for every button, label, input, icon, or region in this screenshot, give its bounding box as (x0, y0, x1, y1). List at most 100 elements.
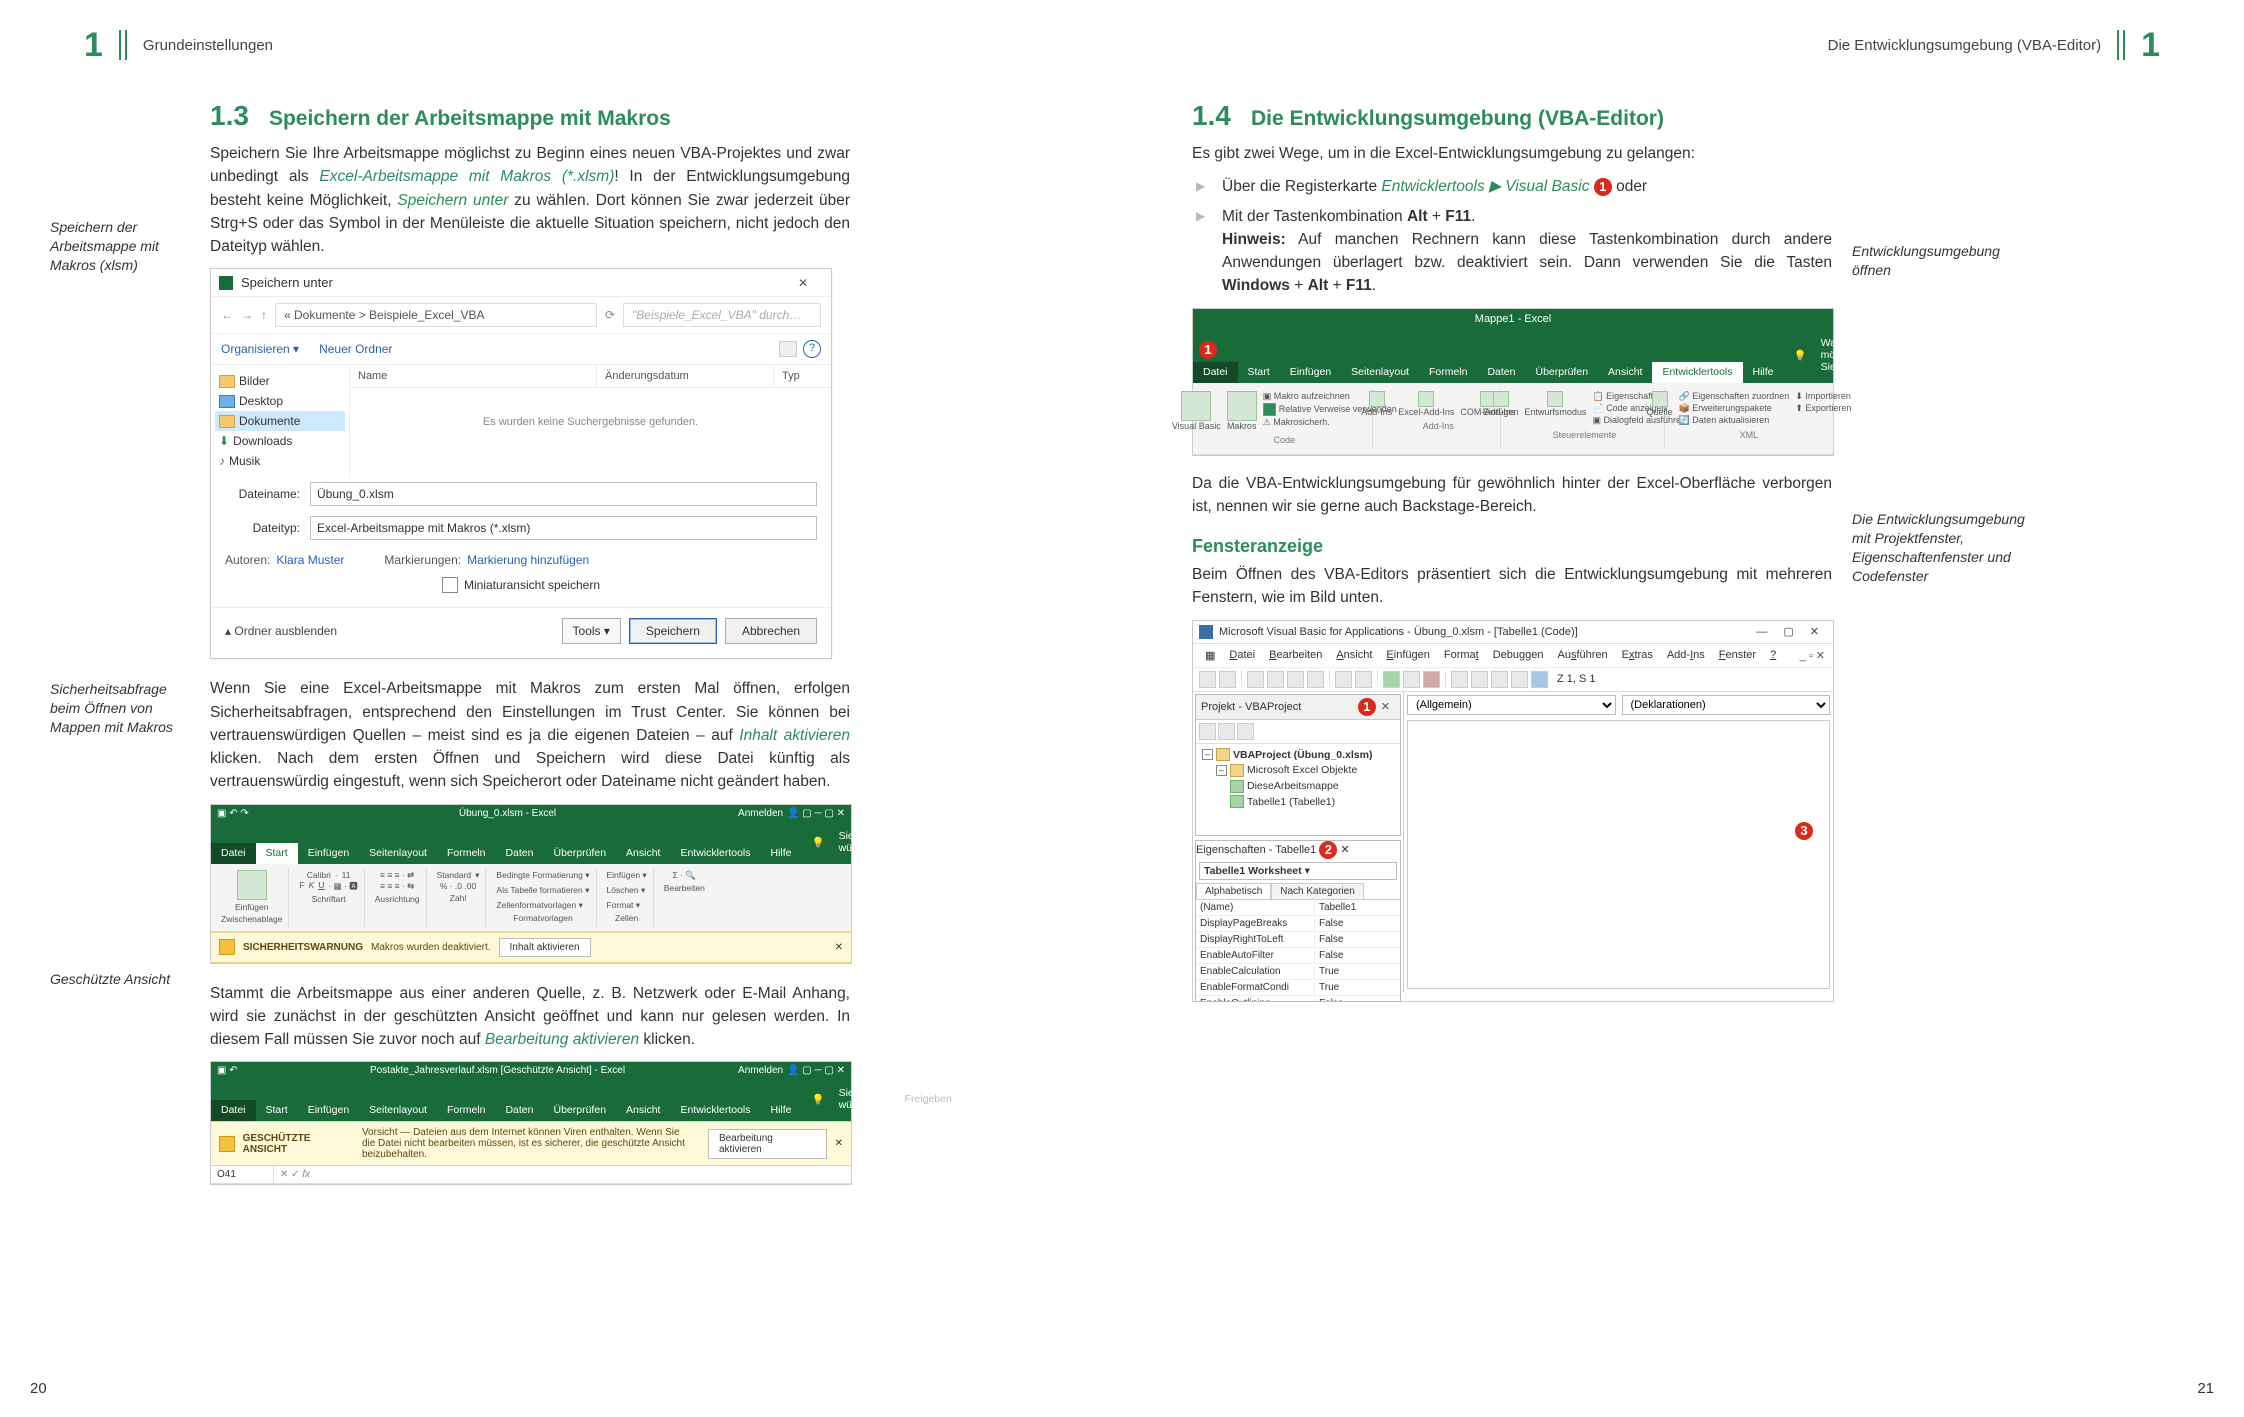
close-icon[interactable]: ✕ (783, 276, 823, 290)
nav-fwd-icon[interactable]: → (241, 308, 253, 322)
break-icon (1403, 671, 1420, 688)
dialog-title: Speichern unter (241, 275, 783, 290)
callout-3: 3 (1795, 822, 1813, 840)
enable-content-button[interactable]: Inhalt aktivieren (499, 938, 591, 957)
running-head-right: Die Entwicklungsumgebung (VBA-Editor) 1 (1192, 30, 2174, 60)
callout-2: 2 (1319, 841, 1337, 859)
object-selector[interactable]: Tabelle1 Worksheet ▾ (1199, 862, 1397, 880)
filename-input[interactable]: Übung_0.xlsm (310, 482, 817, 506)
author-link[interactable]: Klara Muster (276, 553, 344, 567)
view-icon (1199, 671, 1216, 688)
section-heading: 1.3 Speichern der Arbeitsmappe mit Makro… (210, 100, 850, 132)
filetype-select[interactable]: Excel-Arbeitsmappe mit Makros (*.xlsm) (310, 516, 817, 540)
shield-icon (219, 1136, 235, 1152)
tags-link[interactable]: Markierung hinzufügen (467, 553, 589, 567)
project-pane-title: Projekt - VBAProject (1201, 701, 1301, 713)
paragraph: Es gibt zwei Wege, um in die Excel-Entwi… (1192, 142, 1832, 165)
search-input[interactable]: "Beispiele_Excel_VBA" durch… (623, 303, 821, 327)
margin-note: Entwicklungsumgebung öffnen (1852, 242, 2042, 280)
thumbnail-checkbox[interactable] (442, 577, 458, 593)
security-warning-bar: SICHERHEITSWARNUNG Makros wurden deaktiv… (211, 932, 851, 963)
object-combo[interactable]: (Allgemein) (1407, 695, 1616, 715)
running-head-left: 1 Grundeinstellungen (70, 30, 1052, 60)
protected-view-bar: GESCHÜTZTE ANSICHT Vorsicht — Dateien au… (211, 1121, 851, 1166)
procedure-combo[interactable]: (Deklarationen) (1622, 695, 1831, 715)
chapter-number: 1 (2127, 26, 2174, 65)
column-header[interactable]: Typ (774, 365, 831, 387)
name-box[interactable]: O41 (211, 1166, 274, 1183)
running-head-text: Grundeinstellungen (129, 37, 287, 54)
cancel-button[interactable]: Abbrechen (725, 618, 817, 644)
nav-back-icon[interactable]: ← (221, 308, 233, 322)
paragraph: Beim Öffnen des VBA-Editors präsentiert … (1192, 563, 1832, 610)
vba-title: Microsoft Visual Basic for Applications … (1219, 626, 1748, 638)
quick-access[interactable]: ▣ ↶ ↷ (217, 808, 277, 819)
find-icon (1307, 671, 1324, 688)
subheading: Fensteranzeige (1192, 536, 1832, 557)
window-title: Mappe1 - Excel (1193, 309, 1833, 329)
insert-control-icon (1493, 391, 1509, 407)
project-tree[interactable]: –VBAProject (Übung_0.xlsm) –Microsoft Ex… (1196, 744, 1400, 815)
new-folder-button[interactable]: Neuer Ordner (319, 342, 392, 356)
section-number: 1.4 (1192, 100, 1231, 132)
redo-icon (1355, 671, 1372, 688)
hide-folders-link[interactable]: ▴ Ordner ausblenden (225, 624, 337, 638)
folder-tree[interactable]: Bilder Desktop Dokumente ⬇Downloads ♪Mus… (211, 365, 350, 477)
callout-1: 1 (1199, 341, 1217, 359)
property-tabs[interactable]: AlphabetischNach Kategorien (1196, 883, 1400, 900)
view-icon[interactable] (779, 341, 797, 357)
callout-1: 1 (1358, 698, 1376, 716)
close-icon[interactable]: ✕ (1340, 843, 1349, 855)
properties-pane-title: Eigenschaften - Tabelle1 (1196, 843, 1316, 855)
chapter-number: 1 (70, 26, 117, 65)
organize-menu[interactable]: Organisieren ▾ (221, 342, 299, 356)
property-grid[interactable]: (Name)Tabelle1 DisplayPageBreaksFalse Di… (1196, 900, 1400, 1001)
callout-1: 1 (1594, 178, 1612, 196)
ribbon-tabs[interactable]: Datei Start EinfügenSeitenlayout Formeln… (211, 822, 851, 864)
save-as-dialog: Speichern unter ✕ ← → ↑ « Dokumente > Be… (210, 268, 832, 659)
enable-editing-button[interactable]: Bearbeitung aktivieren (708, 1129, 827, 1159)
visual-basic-icon (1181, 391, 1211, 421)
ribbon-tabs[interactable]: Datei StartEinfügen SeitenlayoutFormeln … (211, 1079, 851, 1121)
save-icon (1219, 671, 1236, 688)
nav-up-icon[interactable]: ↑ (261, 308, 267, 322)
undo-icon (1335, 671, 1352, 688)
section-heading: 1.4 Die Entwicklungsumgebung (VBA-Editor… (1192, 100, 1832, 132)
section-number: 1.3 (210, 100, 249, 132)
paragraph: Stammt die Arbeitsmappe aus einer andere… (210, 982, 850, 1052)
code-window[interactable] (1407, 720, 1830, 989)
cursor-position: Z 1, S 1 (1557, 673, 1596, 685)
ribbon-tabs[interactable]: Datei StartEinfügen SeitenlayoutFormeln … (1193, 329, 1833, 383)
macros-icon (1227, 391, 1257, 421)
save-button[interactable]: Speichern (629, 618, 717, 644)
paragraph: Da die VBA-Entwicklungsumgebung für gewö… (1192, 472, 1832, 519)
close-icon[interactable]: ✕ (1376, 700, 1395, 713)
design-mode-icon (1547, 391, 1563, 407)
excel-addins-icon (1418, 391, 1434, 407)
vba-toolbar[interactable]: Z 1, S 1 (1193, 668, 1833, 692)
run-icon (1383, 671, 1400, 688)
tools-menu[interactable]: Tools ▾ (562, 618, 621, 644)
margin-note: Speichern der Arbeitsmappe mit Makros (x… (50, 218, 195, 275)
excel-ribbon-security: ▣ ↶ ↷ Übung_0.xlsm - Excel Anmelden 👤 ▢ … (210, 804, 852, 964)
column-header[interactable]: Änderungsdatum (597, 365, 774, 387)
vba-editor: Microsoft Visual Basic for Applications … (1192, 620, 1834, 1002)
section-title: Die Entwicklungsumgebung (VBA-Editor) (1251, 107, 1664, 131)
running-head-text: Die Entwicklungsumgebung (VBA-Editor) (1814, 37, 2115, 54)
paragraph: Speichern Sie Ihre Arbeitsmappe möglichs… (210, 142, 850, 258)
reset-icon (1423, 671, 1440, 688)
help-icon (1531, 671, 1548, 688)
help-icon[interactable]: ? (803, 340, 821, 358)
bullet-list: Über die Registerkarte Entwicklertools ▶… (1192, 175, 1832, 297)
margin-note: Die Entwicklungsumgebung mit Projektfens… (1852, 510, 2042, 586)
margin-note: Sicherheitsabfrage beim Öffnen von Mappe… (50, 680, 195, 737)
signin-button[interactable]: Anmelden 👤 ▢ ─ ▢ ✕ (738, 808, 845, 819)
paste-icon (237, 870, 267, 900)
margin-note: Geschützte Ansicht (50, 970, 195, 989)
column-header[interactable]: Name (350, 365, 597, 387)
source-icon (1652, 391, 1668, 407)
breadcrumb-path[interactable]: « Dokumente > Beispiele_Excel_VBA (275, 303, 597, 327)
vba-menu[interactable]: ▦ DateiBearbeitenAnsicht EinfügenFormatD… (1193, 644, 1833, 668)
paste-icon (1287, 671, 1304, 688)
addins-icon (1369, 391, 1385, 407)
